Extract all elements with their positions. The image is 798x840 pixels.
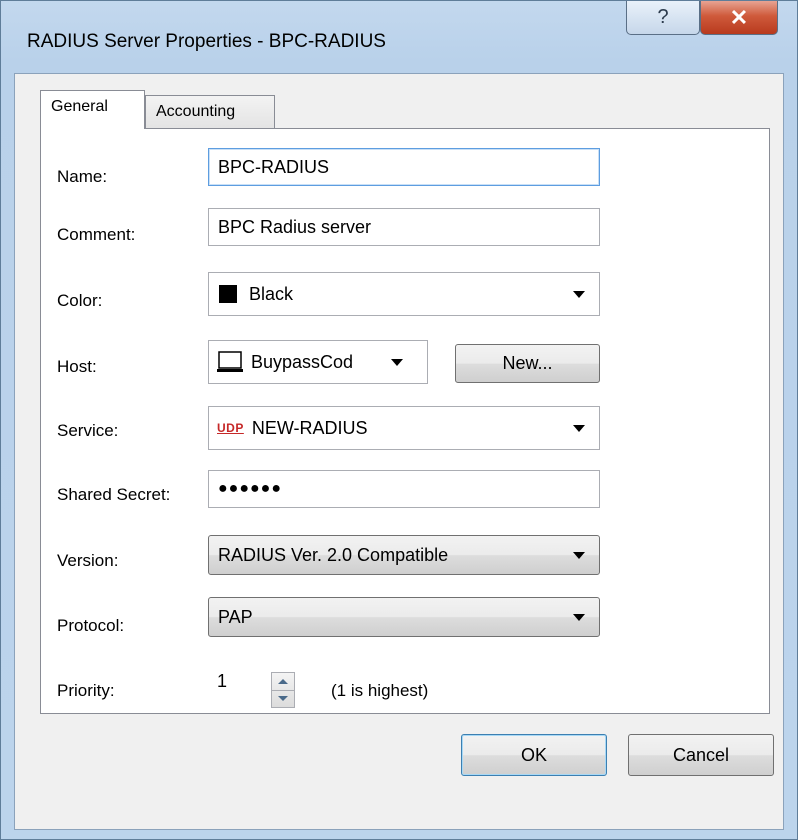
general-tab-panel: Name: BPC-RADIUS Comment: BPC Radius ser…	[40, 128, 770, 714]
comment-input[interactable]: BPC Radius server	[208, 208, 600, 246]
protocol-value: PAP	[218, 606, 253, 627]
udp-protocol-icon: UDP	[217, 421, 244, 435]
priority-hint: (1 is highest)	[331, 681, 429, 700]
shared-secret-label: Shared Secret:	[57, 485, 171, 504]
dialog-window: RADIUS Server Properties - BPC-RADIUS ? …	[0, 0, 798, 840]
shared-secret-value: ●●●●●●	[218, 480, 282, 497]
service-label: Service:	[57, 421, 119, 440]
comment-value: BPC Radius server	[218, 216, 372, 237]
black-color-swatch	[219, 285, 237, 303]
tab-general[interactable]: General	[40, 90, 145, 129]
color-value: Black	[249, 283, 294, 304]
comment-label: Comment:	[57, 225, 136, 244]
help-icon: ?	[657, 6, 669, 28]
arrow-down-icon	[278, 696, 288, 701]
decrement-button[interactable]	[272, 690, 294, 707]
color-label: Color:	[57, 291, 103, 310]
chevron-down-icon	[573, 614, 585, 621]
priority-input[interactable]: 1	[208, 662, 280, 700]
priority-stepper[interactable]	[271, 672, 295, 708]
name-input[interactable]: BPC-RADIUS	[208, 148, 600, 186]
protocol-label: Protocol:	[57, 616, 125, 635]
dialog-client-area: General Accounting Name: BPC-RADIUS Comm…	[14, 73, 784, 830]
service-value: NEW-RADIUS	[251, 417, 368, 438]
name-value: BPC-RADIUS	[218, 156, 330, 177]
version-select[interactable]: RADIUS Ver. 2.0 Compatible	[208, 535, 600, 575]
chevron-down-icon	[391, 359, 403, 366]
arrow-up-icon	[278, 679, 288, 684]
shared-secret-input[interactable]: ●●●●●●	[208, 470, 600, 508]
window-title: RADIUS Server Properties - BPC-RADIUS	[27, 31, 386, 52]
chevron-down-icon	[573, 552, 585, 559]
help-button[interactable]: ?	[626, 1, 700, 35]
computer-icon	[217, 350, 243, 374]
chevron-down-icon	[573, 291, 585, 298]
name-label: Name:	[57, 167, 108, 186]
ok-button[interactable]: OK	[461, 734, 607, 776]
host-label: Host:	[57, 357, 97, 376]
host-select[interactable]: BuypassCod	[208, 340, 428, 384]
version-label: Version:	[57, 551, 119, 570]
color-select[interactable]: Black	[208, 272, 600, 316]
tab-accounting[interactable]: Accounting	[145, 95, 275, 129]
increment-button[interactable]	[272, 673, 294, 691]
host-value: BuypassCod	[251, 351, 357, 372]
protocol-select[interactable]: PAP	[208, 597, 600, 637]
version-value: RADIUS Ver. 2.0 Compatible	[218, 544, 449, 565]
new-host-button[interactable]: New...	[455, 344, 600, 383]
priority-label: Priority:	[57, 681, 115, 700]
cancel-button[interactable]: Cancel	[628, 734, 774, 776]
service-select[interactable]: UDP NEW-RADIUS	[208, 406, 600, 450]
close-button[interactable]: ✕	[700, 1, 778, 35]
close-icon: ✕	[729, 4, 749, 30]
chevron-down-icon	[573, 425, 585, 432]
priority-value: 1	[217, 670, 228, 691]
